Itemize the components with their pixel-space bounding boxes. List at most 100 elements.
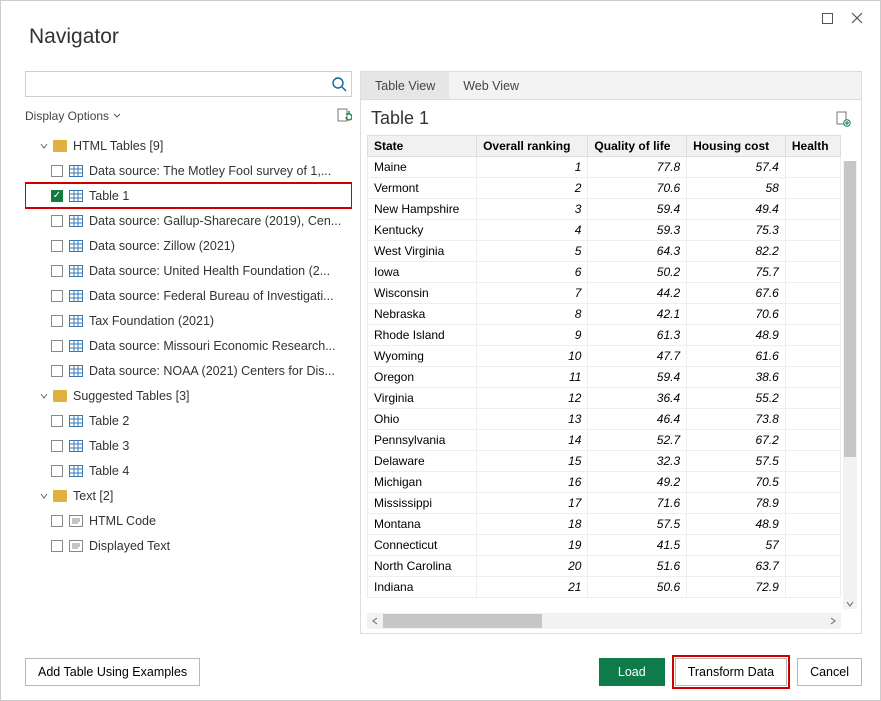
vertical-scroll-thumb[interactable] xyxy=(844,161,856,457)
tree-item[interactable]: Tax Foundation (2021) xyxy=(25,308,352,333)
table-row[interactable]: Vermont270.658 xyxy=(368,178,841,199)
search-box[interactable] xyxy=(25,71,352,97)
tree-item-checkbox[interactable] xyxy=(51,315,63,327)
load-button[interactable]: Load xyxy=(599,658,665,686)
table-row[interactable]: Indiana2150.672.9 xyxy=(368,577,841,598)
column-header[interactable]: Housing cost xyxy=(687,136,786,157)
tree-item[interactable]: Data source: NOAA (2021) Centers for Dis… xyxy=(25,358,352,383)
cell-health xyxy=(785,367,840,388)
cell-health xyxy=(785,388,840,409)
grid-wrap: StateOverall rankingQuality of lifeHousi… xyxy=(361,135,861,633)
tree-item-checkbox[interactable] xyxy=(51,240,63,252)
table-row[interactable]: Ohio1346.473.8 xyxy=(368,409,841,430)
tree-item-checkbox[interactable] xyxy=(51,165,63,177)
cancel-button[interactable]: Cancel xyxy=(797,658,862,686)
cell-rank: 21 xyxy=(477,577,588,598)
folder-label: Suggested Tables [3] xyxy=(73,389,190,403)
tree-folder[interactable]: HTML Tables [9] xyxy=(25,133,352,158)
scroll-left-arrow[interactable] xyxy=(367,613,383,629)
cell-health xyxy=(785,220,840,241)
tree-item[interactable]: Data source: Gallup-Sharecare (2019), Ce… xyxy=(25,208,352,233)
table-row[interactable]: Montana1857.548.9 xyxy=(368,514,841,535)
tree-item-checkbox[interactable] xyxy=(51,540,63,552)
maximize-button[interactable] xyxy=(812,6,842,30)
tree-item[interactable]: Data source: Missouri Economic Research.… xyxy=(25,333,352,358)
tree-item-checkbox[interactable] xyxy=(51,365,63,377)
table-row[interactable]: Kentucky459.375.3 xyxy=(368,220,841,241)
table-row[interactable]: Connecticut1941.557 xyxy=(368,535,841,556)
table-row[interactable]: Delaware1532.357.5 xyxy=(368,451,841,472)
cell-qol: 36.4 xyxy=(588,388,687,409)
cell-health xyxy=(785,556,840,577)
folder-icon xyxy=(53,140,67,152)
table-row[interactable]: New Hampshire359.449.4 xyxy=(368,199,841,220)
cell-housing: 57 xyxy=(687,535,786,556)
column-header[interactable]: Quality of life xyxy=(588,136,687,157)
transform-data-button[interactable]: Transform Data xyxy=(675,658,787,686)
horizontal-scroll-thumb[interactable] xyxy=(383,614,542,628)
tree-item[interactable]: Data source: Zillow (2021) xyxy=(25,233,352,258)
cell-state: Indiana xyxy=(368,577,477,598)
tree-item-label: Table 4 xyxy=(89,464,352,478)
tree-item-checkbox[interactable] xyxy=(51,290,63,302)
cell-rank: 14 xyxy=(477,430,588,451)
tree-folder[interactable]: Suggested Tables [3] xyxy=(25,383,352,408)
cell-health xyxy=(785,241,840,262)
cell-housing: 63.7 xyxy=(687,556,786,577)
table-row[interactable]: Rhode Island961.348.9 xyxy=(368,325,841,346)
tree-item-checkbox[interactable] xyxy=(51,415,63,427)
table-row[interactable]: North Carolina2051.663.7 xyxy=(368,556,841,577)
horizontal-scrollbar[interactable] xyxy=(367,613,841,629)
table-row[interactable]: Oregon1159.438.6 xyxy=(368,367,841,388)
table-row[interactable]: Maine177.857.4 xyxy=(368,157,841,178)
add-column-icon[interactable] xyxy=(835,111,851,127)
tree-item-checkbox[interactable] xyxy=(51,190,63,202)
tree-item[interactable]: Table 4 xyxy=(25,458,352,483)
table-row[interactable]: Iowa650.275.7 xyxy=(368,262,841,283)
tree-item-label: Data source: Zillow (2021) xyxy=(89,239,352,253)
table-row[interactable]: Wisconsin744.267.6 xyxy=(368,283,841,304)
refresh-icon[interactable] xyxy=(336,108,352,124)
tree-item-checkbox[interactable] xyxy=(51,440,63,452)
tree-item-checkbox[interactable] xyxy=(51,265,63,277)
tree-item[interactable]: Data source: Federal Bureau of Investiga… xyxy=(25,283,352,308)
navigator-tree[interactable]: HTML Tables [9]Data source: The Motley F… xyxy=(25,133,352,634)
search-input[interactable] xyxy=(30,73,331,95)
scroll-right-arrow[interactable] xyxy=(825,613,841,629)
tab-web-view[interactable]: Web View xyxy=(449,72,533,99)
scroll-down-arrow[interactable] xyxy=(843,597,857,611)
column-header[interactable]: Overall ranking xyxy=(477,136,588,157)
tree-item[interactable]: Table 2 xyxy=(25,408,352,433)
display-options-dropdown[interactable]: Display Options xyxy=(25,109,121,123)
table-row[interactable]: Michigan1649.270.5 xyxy=(368,472,841,493)
tree-item-label: Displayed Text xyxy=(89,539,352,553)
add-table-using-examples-button[interactable]: Add Table Using Examples xyxy=(25,658,200,686)
table-row[interactable]: Pennsylvania1452.767.2 xyxy=(368,430,841,451)
table-row[interactable]: Wyoming1047.761.6 xyxy=(368,346,841,367)
table-row[interactable]: West Virginia564.382.2 xyxy=(368,241,841,262)
column-header[interactable]: State xyxy=(368,136,477,157)
column-header[interactable]: Health xyxy=(785,136,840,157)
tab-table-view[interactable]: Table View xyxy=(361,72,449,99)
tree-item[interactable]: Displayed Text xyxy=(25,533,352,558)
titlebar xyxy=(1,1,880,35)
preview-tabs: Table View Web View xyxy=(361,72,861,100)
cell-rank: 5 xyxy=(477,241,588,262)
tree-item[interactable]: Table 1 xyxy=(25,183,352,208)
tree-item[interactable]: Data source: United Health Foundation (2… xyxy=(25,258,352,283)
data-grid[interactable]: StateOverall rankingQuality of lifeHousi… xyxy=(367,135,841,598)
close-button[interactable] xyxy=(842,6,872,30)
table-row[interactable]: Virginia1236.455.2 xyxy=(368,388,841,409)
tree-item[interactable]: Data source: The Motley Fool survey of 1… xyxy=(25,158,352,183)
table-row[interactable]: Nebraska842.170.6 xyxy=(368,304,841,325)
tree-item-checkbox[interactable] xyxy=(51,515,63,527)
cell-housing: 67.6 xyxy=(687,283,786,304)
tree-item-checkbox[interactable] xyxy=(51,340,63,352)
tree-item[interactable]: HTML Code xyxy=(25,508,352,533)
vertical-scrollbar[interactable] xyxy=(843,161,857,609)
tree-item-checkbox[interactable] xyxy=(51,465,63,477)
tree-folder[interactable]: Text [2] xyxy=(25,483,352,508)
tree-item[interactable]: Table 3 xyxy=(25,433,352,458)
tree-item-checkbox[interactable] xyxy=(51,215,63,227)
table-row[interactable]: Mississippi1771.678.9 xyxy=(368,493,841,514)
